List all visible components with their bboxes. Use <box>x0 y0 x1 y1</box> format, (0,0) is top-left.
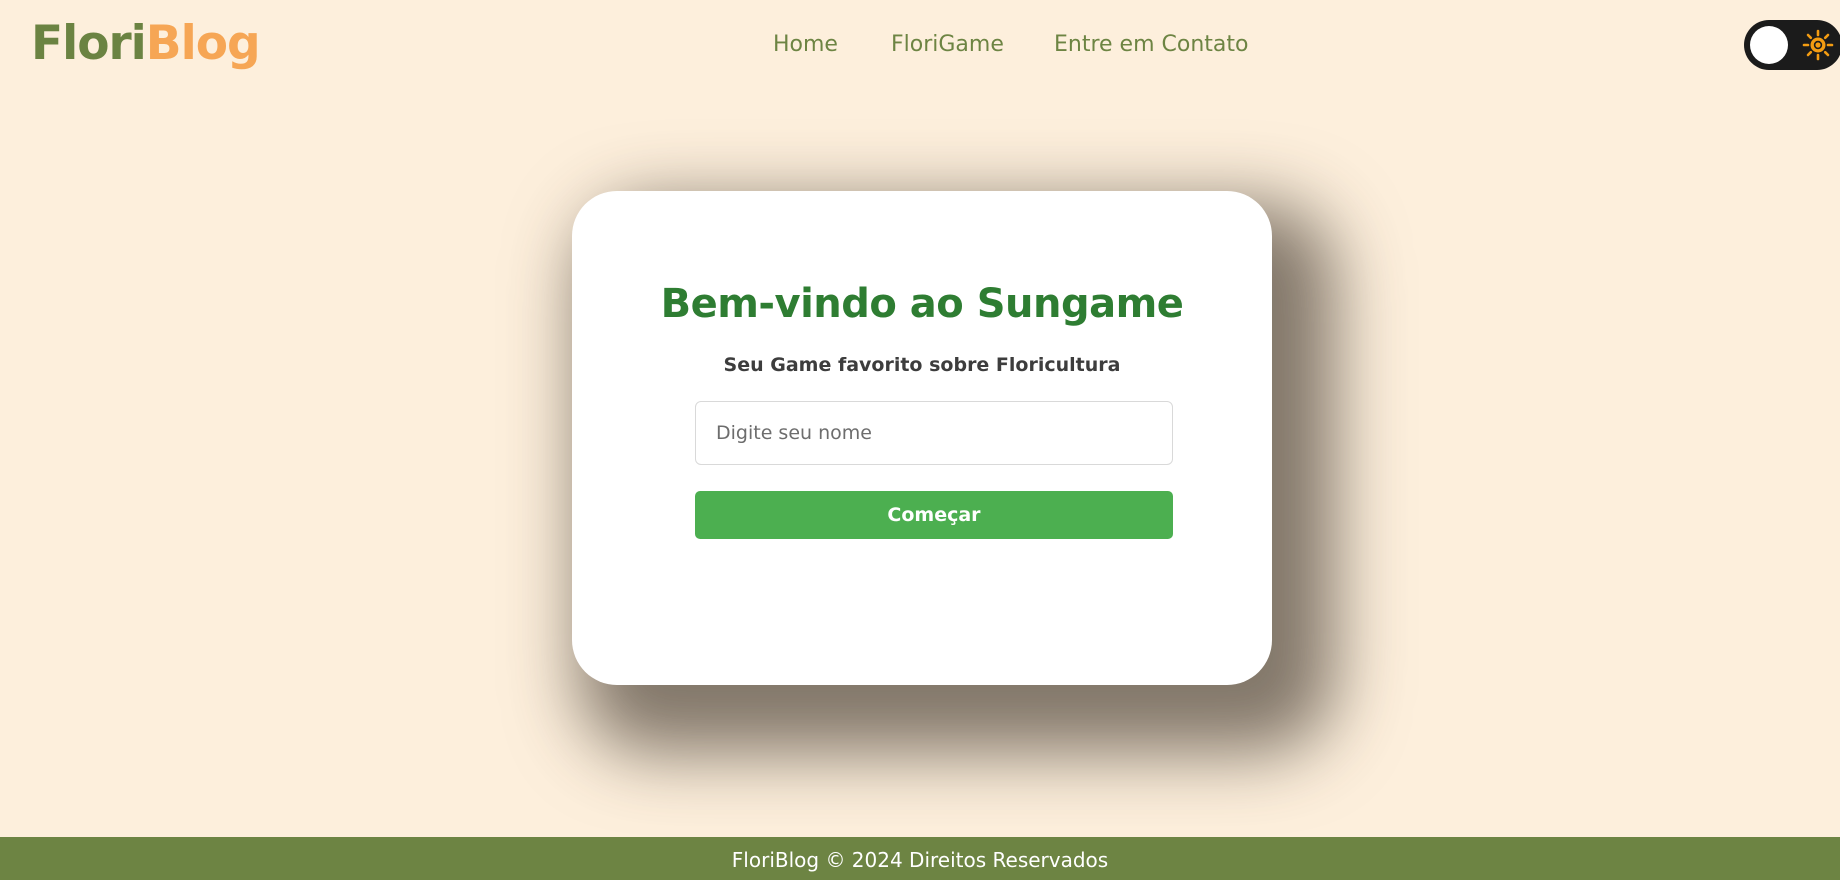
welcome-title: Bem-vindo ao Sungame <box>660 281 1184 327</box>
sun-icon <box>1802 29 1834 61</box>
start-button[interactable]: Começar <box>695 491 1173 539</box>
nav-link-home[interactable]: Home <box>773 29 838 61</box>
main-nav: Home FloriGame Entre em Contato <box>0 29 1840 61</box>
nav-link-contato[interactable]: Entre em Contato <box>1054 29 1248 61</box>
nav-link-florigame[interactable]: FloriGame <box>891 29 1004 61</box>
site-header: FloriBlog Home FloriGame Entre em Contat… <box>0 0 1840 90</box>
welcome-card: Bem-vindo ao Sungame Seu Game favorito s… <box>572 191 1272 685</box>
toggle-knob <box>1750 26 1788 64</box>
name-input[interactable] <box>695 401 1173 465</box>
site-footer: FloriBlog © 2024 Direitos Reservados <box>0 837 1840 880</box>
footer-text: FloriBlog © 2024 Direitos Reservados <box>731 848 1109 872</box>
theme-toggle[interactable] <box>1744 20 1840 70</box>
welcome-subtitle: Seu Game favorito sobre Floricultura <box>723 354 1121 376</box>
